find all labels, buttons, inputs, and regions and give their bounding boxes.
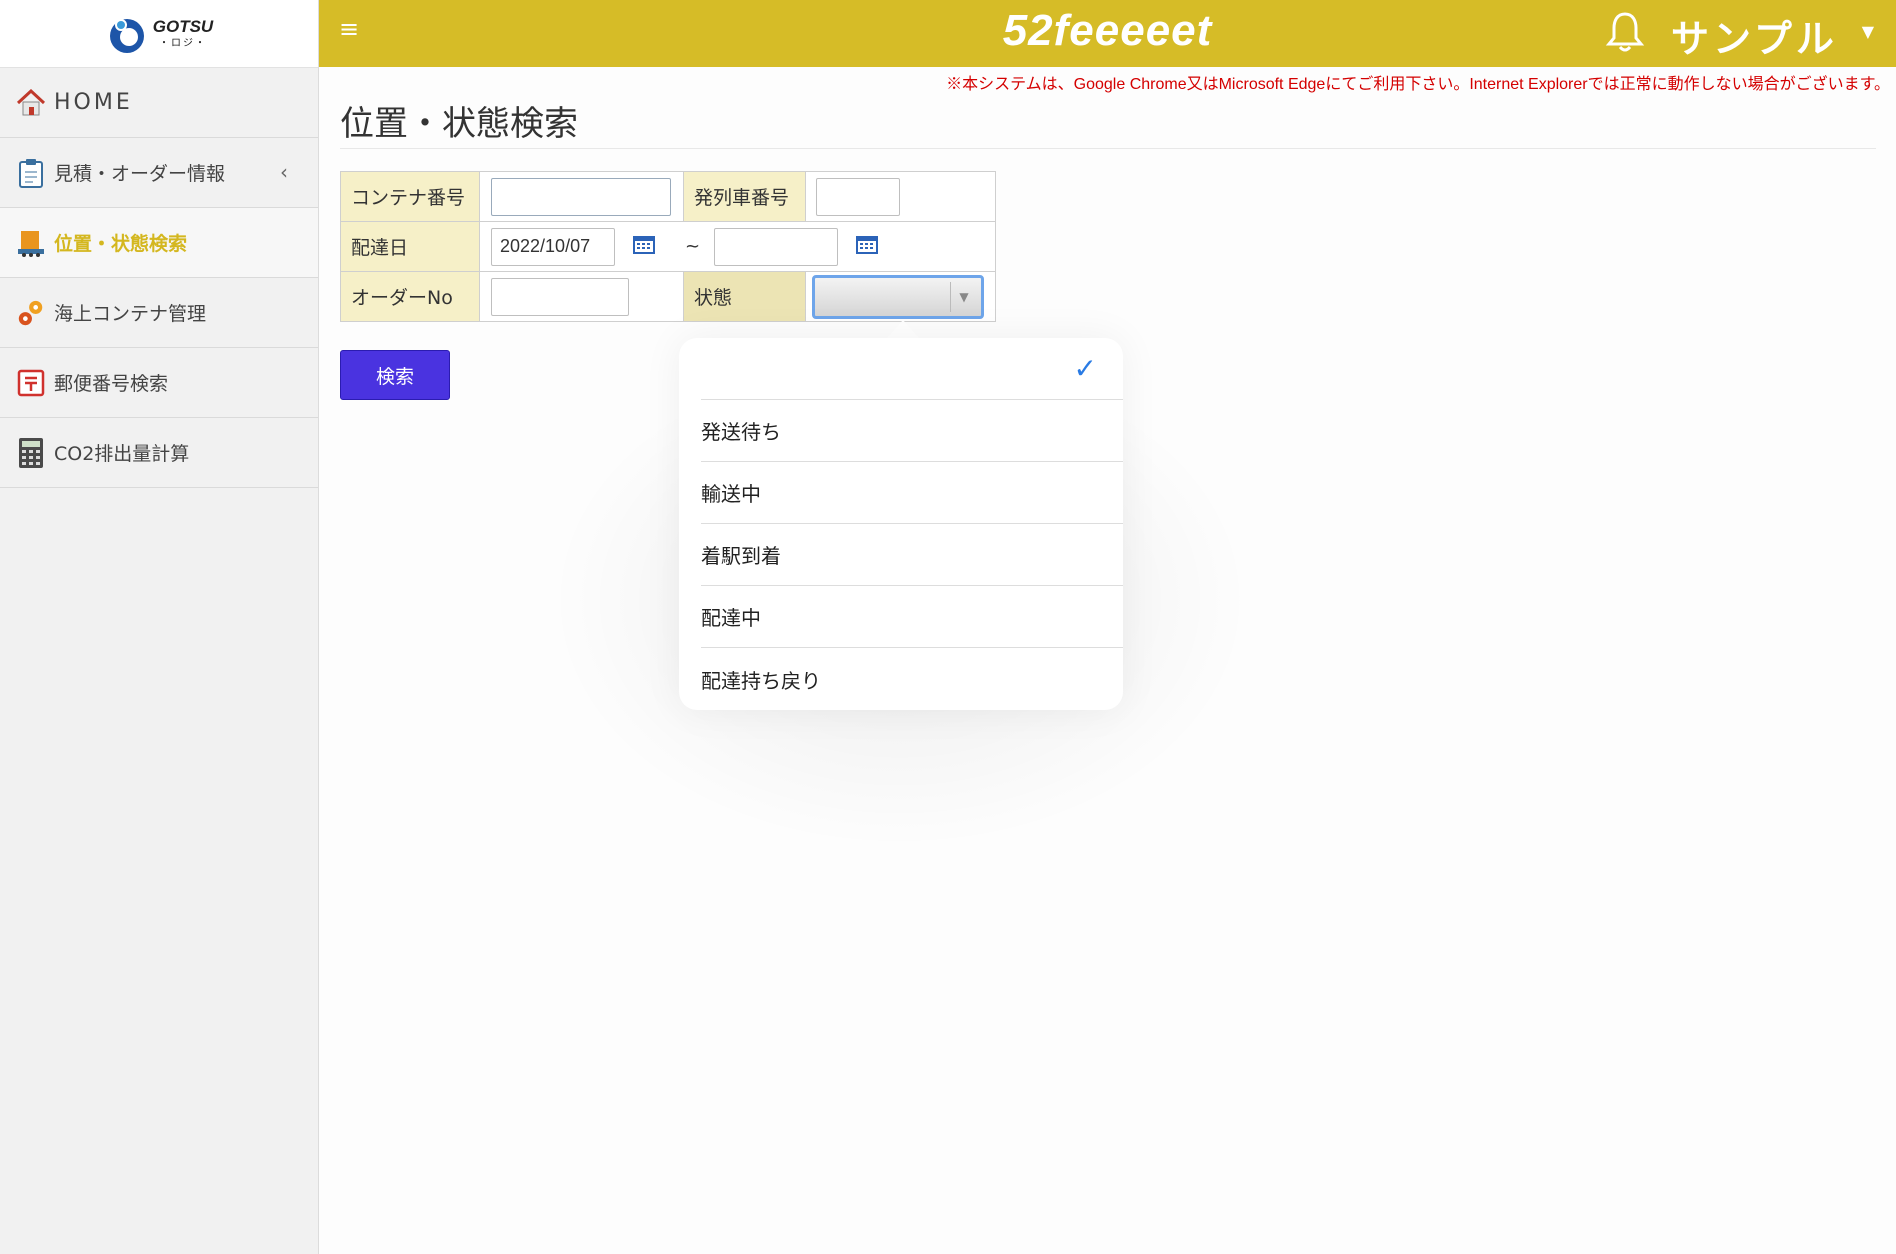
browser-notice: ※本システムは、Google Chrome又はMicrosoft Edgeにてご… [946,76,1890,93]
calendar-icon[interactable] [856,234,879,259]
date-separator: ~ [685,236,701,257]
train-no-label: 発列車番号 [683,171,806,222]
container-no-input[interactable] [491,177,671,216]
gears-icon [16,298,46,328]
caret-down-icon[interactable]: ▼ [1862,22,1874,41]
sidebar-item-label: HOME [54,90,133,115]
status-option[interactable]: 着駅到着 [701,524,1123,586]
page-title: 位置・状態検索 [340,104,578,144]
sidebar-item-home[interactable]: HOME [0,68,318,138]
logo-text: GOTSU [152,16,214,36]
sidebar-item-label: 見積・オーダー情報 [54,163,226,185]
container-truck-icon [16,228,46,258]
checkmark-icon: ✓ [1073,352,1097,385]
sidebar-item-position-status-search[interactable]: 位置・状態検索 [0,208,318,278]
status-option[interactable]: 配達中 [701,586,1123,648]
sidebar-item-co2-calc[interactable]: CO2排出量計算 [0,418,318,488]
sidebar-item-postal-search[interactable]: 郵便番号検索 [0,348,318,418]
status-select[interactable]: ▼ [812,274,984,319]
sidebar-item-sea-container[interactable]: 海上コンテナ管理 [0,278,318,348]
train-no-input[interactable] [816,177,900,216]
popover-arrow [887,320,919,338]
date-to-input[interactable] [714,227,839,266]
sidebar-item-quote-order[interactable]: 見積・オーダー情報 ‹ [0,138,318,208]
calendar-icon[interactable] [633,234,655,259]
sidebar-item-label: CO2排出量計算 [54,443,190,465]
order-no-label: オーダーNo [340,271,480,322]
status-option[interactable]: 配達持ち戻り [701,648,1123,710]
status-dropdown-popover: ✓ 発送待ち 輸送中 着駅到着 配達中 配達持ち戻り [679,338,1123,710]
home-icon [16,88,46,118]
sidebar-item-label: 郵便番号検索 [54,373,169,395]
order-no-input[interactable] [491,277,629,316]
top-header: ≡ 52feeeeet サンプル ▼ [319,0,1896,67]
status-label: 状態 [683,271,806,322]
clipboard-icon [16,158,46,188]
sidebar-item-label: 位置・状態検索 [54,233,188,255]
chevron-down-icon: ▼ [950,281,977,312]
delivery-date-label: 配達日 [340,221,480,272]
user-menu[interactable]: サンプル [1671,8,1838,63]
sidebar: GOTSU ・ロジ・ HOME 見積・オーダー情報 ‹ 位置・状態検索 海上コン… [0,0,319,1254]
bell-icon[interactable] [1605,10,1645,58]
container-no-label: コンテナ番号 [340,171,480,222]
app-brand: 52feeeeet [1002,6,1213,55]
search-form: コンテナ番号 発列車番号 配達日 2022/10/07 ~ オーダーNo 状態 … [340,171,996,322]
sidebar-item-label: 海上コンテナ管理 [54,303,207,325]
calculator-icon [16,437,46,468]
postal-icon [16,368,46,398]
status-option[interactable]: 発送待ち [701,400,1123,462]
status-option[interactable]: 輸送中 [701,462,1123,524]
search-button[interactable]: 検索 [340,350,450,400]
divider [340,148,1876,149]
logo-subtext: ・ロジ・ [158,37,207,49]
date-from-input[interactable]: 2022/10/07 [491,227,615,266]
logo[interactable]: GOTSU ・ロジ・ [0,0,318,68]
logo-mark-icon [109,18,144,53]
status-option-blank[interactable]: ✓ [701,338,1123,400]
chevron-left-icon[interactable]: ‹ [280,160,288,184]
